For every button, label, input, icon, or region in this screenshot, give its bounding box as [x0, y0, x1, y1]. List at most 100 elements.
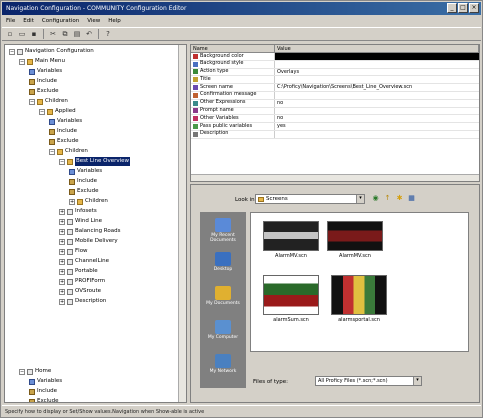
new-folder-icon[interactable]: ✱: [395, 194, 404, 203]
expand-toggle-icon[interactable]: +: [59, 278, 65, 285]
chevron-down-icon[interactable]: ▾: [356, 195, 364, 203]
property-row[interactable]: Other Expressions no: [191, 99, 479, 108]
new-icon[interactable]: ▫: [5, 29, 15, 39]
property-row[interactable]: Action type Overlays: [191, 68, 479, 77]
save-icon[interactable]: ▪: [29, 29, 39, 39]
header-name[interactable]: Name: [191, 45, 275, 52]
file-item[interactable]: AlarmMV.scn: [327, 221, 383, 259]
close-button[interactable]: ×: [469, 3, 479, 13]
tree-item[interactable]: Include: [69, 177, 97, 186]
property-row[interactable]: Pass public variables yes: [191, 123, 479, 131]
expand-toggle-icon[interactable]: +: [59, 208, 65, 215]
cut-icon[interactable]: ✂: [48, 29, 58, 39]
minimize-button[interactable]: _: [447, 3, 457, 13]
view-menu-icon[interactable]: ▦: [407, 194, 416, 203]
property-row[interactable]: Title: [191, 76, 479, 85]
header-value[interactable]: Value: [275, 45, 479, 52]
property-value[interactable]: C:\Proficy\Navigation\Screens\Best_Line_…: [275, 84, 479, 91]
property-scrollbar[interactable]: [191, 174, 479, 181]
property-value[interactable]: [275, 53, 479, 60]
tree-item[interactable]: + Wind Line: [59, 217, 102, 226]
tree-item[interactable]: Variables: [29, 377, 62, 386]
tree-scrollbar[interactable]: [178, 45, 186, 402]
expand-toggle-icon[interactable]: +: [59, 268, 65, 275]
tree-item[interactable]: Variables: [69, 167, 102, 176]
up-folder-icon[interactable]: ↑: [383, 194, 392, 203]
tree-item[interactable]: − Main Menu: [19, 57, 65, 66]
tree-item[interactable]: + Balancing Roads: [59, 227, 120, 236]
property-value[interactable]: [275, 76, 479, 83]
tree-item[interactable]: Include: [29, 77, 57, 86]
expand-toggle-icon[interactable]: −: [19, 58, 25, 65]
tree-item[interactable]: − Children: [49, 147, 88, 156]
menu-edit[interactable]: Edit: [23, 16, 34, 26]
file-item[interactable]: alarmSum.scn: [263, 275, 319, 323]
tree-item[interactable]: − Applied: [39, 107, 76, 116]
copy-icon[interactable]: ⧉: [60, 29, 70, 39]
place-item[interactable]: My Computer: [200, 318, 246, 348]
property-value[interactable]: [275, 108, 479, 115]
look-in-select[interactable]: Screens ▾: [255, 194, 365, 204]
tree-item[interactable]: Include: [49, 127, 77, 136]
tree-item[interactable]: − Children: [29, 97, 68, 106]
tree-item[interactable]: Exclude: [69, 187, 99, 196]
expand-toggle-icon[interactable]: −: [9, 48, 15, 55]
menu-help[interactable]: Help: [108, 16, 121, 26]
paste-icon[interactable]: ▤: [72, 29, 82, 39]
tree-item[interactable]: + OVSroute: [59, 287, 101, 296]
expand-toggle-icon[interactable]: +: [59, 248, 65, 255]
files-of-type-select[interactable]: All Proficy Files (*.scn;*.scn) ▾: [315, 376, 422, 386]
property-value[interactable]: Overlays: [275, 69, 479, 76]
place-item[interactable]: Desktop: [200, 250, 246, 280]
tree-item[interactable]: − Home: [19, 367, 51, 376]
expand-toggle-icon[interactable]: −: [29, 98, 35, 105]
property-value[interactable]: no: [275, 100, 479, 107]
tree-item[interactable]: + Portable: [59, 267, 98, 276]
tree-item[interactable]: Variables: [49, 117, 82, 126]
expand-toggle-icon[interactable]: +: [59, 298, 65, 305]
property-value[interactable]: yes: [275, 123, 479, 130]
tree-item[interactable]: + Flow: [59, 247, 88, 256]
expand-toggle-icon[interactable]: +: [59, 288, 65, 295]
file-list[interactable]: AlarmMV.scn AlarmMV.scn alarmSum.scn alarms…: [250, 212, 469, 352]
tree-item[interactable]: Exclude: [29, 87, 59, 96]
chevron-down-icon[interactable]: ▾: [413, 377, 421, 385]
tree-item[interactable]: Include: [29, 387, 57, 396]
menu-configuration[interactable]: Configuration: [42, 16, 79, 26]
back-icon[interactable]: ◉: [371, 194, 380, 203]
expand-toggle-icon[interactable]: −: [59, 158, 65, 165]
tree-item[interactable]: + Children: [69, 197, 108, 206]
expand-toggle-icon[interactable]: +: [69, 198, 75, 205]
undo-icon[interactable]: ↶: [84, 29, 94, 39]
property-value[interactable]: [275, 92, 479, 99]
expand-toggle-icon[interactable]: −: [39, 108, 45, 115]
tree-item[interactable]: + Mobile Delivery: [59, 237, 118, 246]
file-item[interactable]: AlarmMV.scn: [263, 221, 319, 259]
tree-item[interactable]: + PROFIForm: [59, 277, 105, 286]
navigation-tree[interactable]: − Navigation Configuration − Main Menu Varia…: [4, 44, 187, 403]
tree-item[interactable]: Exclude: [29, 397, 59, 402]
property-value[interactable]: no: [275, 115, 479, 122]
expand-toggle-icon[interactable]: +: [59, 228, 65, 235]
maximize-button[interactable]: □: [458, 3, 468, 13]
property-value[interactable]: [275, 131, 479, 138]
place-item[interactable]: My Recent Documents: [200, 216, 246, 246]
tree-item[interactable]: − Navigation Configuration: [9, 47, 94, 56]
help-icon[interactable]: ?: [103, 29, 113, 39]
expand-toggle-icon[interactable]: −: [49, 148, 55, 155]
tree-item[interactable]: Variables: [29, 67, 62, 76]
expand-toggle-icon[interactable]: −: [19, 368, 25, 375]
property-value[interactable]: [275, 61, 479, 68]
file-item[interactable]: alarmsportal.scn: [331, 275, 387, 323]
tree-item[interactable]: Exclude: [49, 137, 79, 146]
place-item[interactable]: My Network: [200, 352, 246, 382]
property-grid[interactable]: Name Value Background color Background st…: [190, 44, 480, 182]
property-row[interactable]: Description: [191, 130, 479, 139]
tree-item[interactable]: − Best Line Overview: [59, 157, 131, 166]
property-row[interactable]: Background style: [191, 60, 479, 69]
menu-file[interactable]: File: [6, 16, 15, 26]
expand-toggle-icon[interactable]: +: [59, 258, 65, 265]
expand-toggle-icon[interactable]: +: [59, 218, 65, 225]
tree-item[interactable]: + Description: [59, 297, 106, 306]
expand-toggle-icon[interactable]: +: [59, 238, 65, 245]
